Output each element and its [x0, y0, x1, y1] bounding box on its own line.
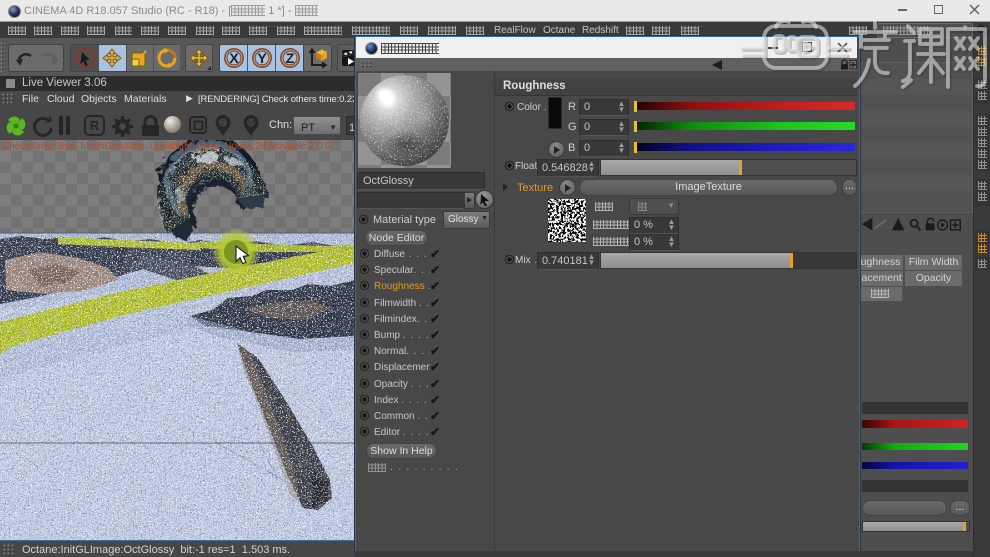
svg-text:Z: Z: [286, 50, 295, 66]
svg-text:F: F: [221, 121, 225, 128]
svg-text:X: X: [229, 50, 239, 66]
svg-text:Y: Y: [257, 50, 267, 66]
svg-text:M: M: [248, 120, 254, 127]
